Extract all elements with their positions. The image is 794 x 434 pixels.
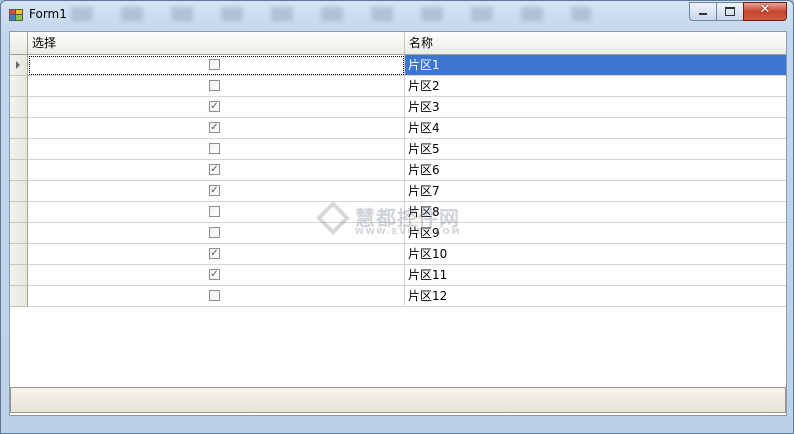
checkbox-unchecked[interactable] bbox=[209, 80, 220, 91]
checkbox-checked[interactable]: ✓ bbox=[209, 122, 220, 133]
table-row[interactable]: ✓ 片区6 bbox=[10, 160, 786, 181]
title-bar[interactable]: Form1 ✕ bbox=[1, 1, 793, 29]
select-cell[interactable] bbox=[28, 223, 405, 244]
form-client-area: 选择 名称 片区1 片区2 ✓ 片区3 ✓ 片区4 片区5 ✓ 片区6 ✓ 片区7 片区8 片区9 ✓ 片区… bbox=[9, 31, 787, 416]
checkbox-checked[interactable]: ✓ bbox=[209, 185, 220, 196]
name-cell[interactable]: 片区6 bbox=[405, 160, 786, 181]
checkbox-unchecked[interactable] bbox=[209, 290, 220, 301]
row-header[interactable] bbox=[10, 55, 28, 76]
select-cell[interactable] bbox=[28, 55, 405, 76]
name-cell[interactable]: 片区7 bbox=[405, 181, 786, 202]
select-cell[interactable]: ✓ bbox=[28, 181, 405, 202]
caption-buttons: ✕ bbox=[689, 2, 787, 21]
row-header[interactable] bbox=[10, 202, 28, 223]
select-cell[interactable] bbox=[28, 76, 405, 97]
select-cell[interactable] bbox=[28, 286, 405, 307]
table-row[interactable]: ✓ 片区7 bbox=[10, 181, 786, 202]
app-icon[interactable] bbox=[9, 9, 23, 21]
select-cell[interactable] bbox=[28, 202, 405, 223]
row-header[interactable] bbox=[10, 223, 28, 244]
table-row[interactable]: 片区1 bbox=[10, 55, 786, 76]
name-cell[interactable]: 片区11 bbox=[405, 265, 786, 286]
table-row[interactable]: ✓ 片区10 bbox=[10, 244, 786, 265]
checkbox-checked[interactable]: ✓ bbox=[209, 248, 220, 259]
select-cell[interactable]: ✓ bbox=[28, 97, 405, 118]
checkbox-checked[interactable]: ✓ bbox=[209, 164, 220, 175]
close-button[interactable]: ✕ bbox=[743, 2, 787, 21]
row-header[interactable] bbox=[10, 244, 28, 265]
bottom-panel bbox=[10, 387, 786, 413]
column-header-select[interactable]: 选择 bbox=[28, 32, 405, 54]
grid-corner-header[interactable] bbox=[10, 32, 28, 54]
name-cell[interactable]: 片区5 bbox=[405, 139, 786, 160]
select-cell[interactable]: ✓ bbox=[28, 118, 405, 139]
table-row[interactable]: 片区8 bbox=[10, 202, 786, 223]
table-row[interactable]: 片区2 bbox=[10, 76, 786, 97]
checkbox-unchecked[interactable] bbox=[209, 143, 220, 154]
current-row-arrow-icon bbox=[16, 61, 20, 69]
window-title: Form1 bbox=[29, 7, 67, 21]
row-header[interactable] bbox=[10, 97, 28, 118]
select-cell[interactable]: ✓ bbox=[28, 160, 405, 181]
row-header[interactable] bbox=[10, 139, 28, 160]
select-cell[interactable]: ✓ bbox=[28, 244, 405, 265]
table-row[interactable]: ✓ 片区4 bbox=[10, 118, 786, 139]
grid-column-header: 选择 名称 bbox=[10, 32, 786, 55]
name-cell[interactable]: 片区1 bbox=[405, 55, 786, 76]
select-cell[interactable] bbox=[28, 139, 405, 160]
table-row[interactable]: 片区9 bbox=[10, 223, 786, 244]
row-header[interactable] bbox=[10, 160, 28, 181]
name-cell[interactable]: 片区4 bbox=[405, 118, 786, 139]
checkbox-checked[interactable]: ✓ bbox=[209, 269, 220, 280]
row-header[interactable] bbox=[10, 118, 28, 139]
column-header-name[interactable]: 名称 bbox=[405, 32, 786, 54]
table-row[interactable]: 片区12 bbox=[10, 286, 786, 307]
table-row[interactable]: ✓ 片区11 bbox=[10, 265, 786, 286]
row-header[interactable] bbox=[10, 265, 28, 286]
form-window: Form1 ✕ 选择 名称 片区1 片区2 ✓ 片区3 ✓ 片区4 片区5 ✓ 片区6 ✓ 片区7 片… bbox=[0, 0, 794, 434]
name-cell[interactable]: 片区2 bbox=[405, 76, 786, 97]
table-row[interactable]: ✓ 片区3 bbox=[10, 97, 786, 118]
row-header[interactable] bbox=[10, 286, 28, 307]
checkbox-unchecked[interactable] bbox=[209, 206, 220, 217]
blurred-background-menu bbox=[71, 7, 591, 21]
table-row[interactable]: 片区5 bbox=[10, 139, 786, 160]
maximize-button[interactable] bbox=[716, 2, 743, 21]
minimize-button[interactable] bbox=[689, 2, 716, 21]
name-cell[interactable]: 片区9 bbox=[405, 223, 786, 244]
name-cell[interactable]: 片区3 bbox=[405, 97, 786, 118]
close-icon: ✕ bbox=[759, 2, 771, 17]
minimize-icon bbox=[699, 13, 707, 15]
checkbox-unchecked[interactable] bbox=[209, 227, 220, 238]
name-cell[interactable]: 片区12 bbox=[405, 286, 786, 307]
checkbox-checked[interactable]: ✓ bbox=[209, 101, 220, 112]
row-header[interactable] bbox=[10, 181, 28, 202]
checkbox-unchecked[interactable] bbox=[209, 59, 220, 70]
row-header[interactable] bbox=[10, 76, 28, 97]
select-cell[interactable]: ✓ bbox=[28, 265, 405, 286]
maximize-icon bbox=[725, 7, 735, 16]
name-cell[interactable]: 片区10 bbox=[405, 244, 786, 265]
name-cell[interactable]: 片区8 bbox=[405, 202, 786, 223]
